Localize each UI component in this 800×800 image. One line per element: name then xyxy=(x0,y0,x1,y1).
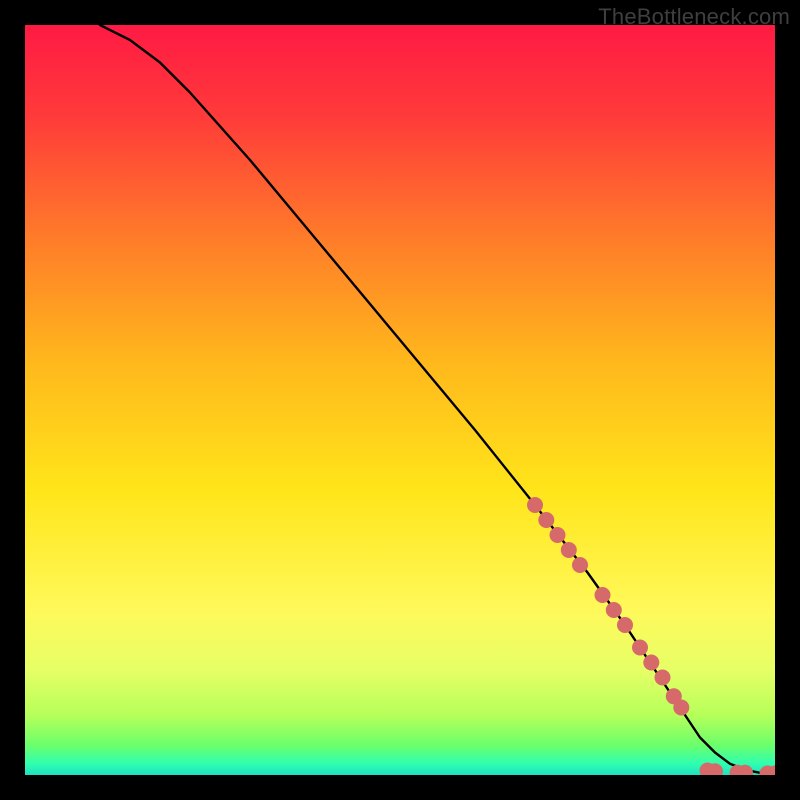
watermark-label: TheBottleneck.com xyxy=(598,4,790,30)
plot-area xyxy=(25,25,775,775)
plot-svg xyxy=(25,25,775,775)
highlight-dot xyxy=(673,700,689,716)
chart-frame: TheBottleneck.com xyxy=(0,0,800,800)
highlight-dot xyxy=(550,527,566,543)
highlight-dot xyxy=(538,512,554,528)
highlight-dot xyxy=(572,557,588,573)
highlight-dot xyxy=(655,670,671,686)
highlight-dot xyxy=(561,542,577,558)
highlight-dot xyxy=(595,587,611,603)
highlight-dot xyxy=(606,602,622,618)
gradient-background xyxy=(25,25,775,775)
highlight-dot xyxy=(632,640,648,656)
highlight-dot xyxy=(527,497,543,513)
highlight-dot xyxy=(643,655,659,671)
highlight-dot xyxy=(617,617,633,633)
